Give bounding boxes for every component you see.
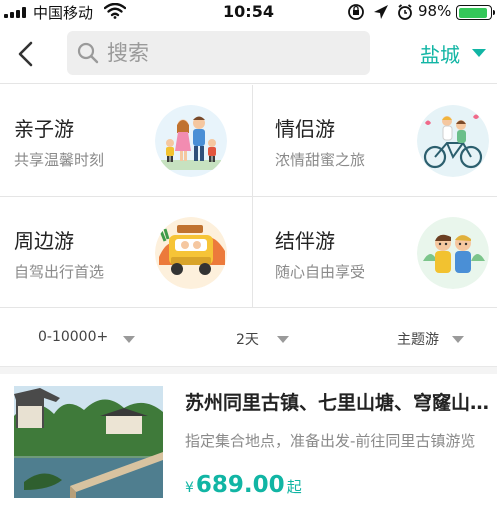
product-thumbnail[interactable] [14, 386, 163, 498]
section-gap [0, 366, 497, 374]
category-group-trip[interactable]: 结伴游 随心自由享受 [253, 197, 497, 308]
status-icons [348, 4, 412, 20]
price-amount: 689.00 [195, 472, 285, 498]
search-bar[interactable] [67, 31, 370, 75]
status-bar: 中国移动 10:54 98% [0, 0, 497, 24]
rotation-lock-icon [348, 4, 364, 20]
price-suffix: 起 [286, 478, 302, 496]
battery-icon [456, 5, 495, 20]
category-subtitle: 浓情甜蜜之旅 [275, 151, 366, 169]
family-illustration-icon [155, 105, 227, 177]
couple-bicycle-illustration-icon [417, 105, 489, 177]
category-subtitle: 随心自由享受 [275, 263, 366, 281]
price-filter[interactable]: 0-10000+ [38, 329, 108, 345]
category-title: 情侣游 [275, 117, 335, 141]
nav-bar: 盐城 [0, 24, 497, 84]
product-description: 指定集合地点，准备出发-前往同里古镇游览 [185, 432, 476, 450]
product-price: ¥689.00 起 [185, 472, 302, 498]
days-filter[interactable]: 2天 [236, 329, 259, 349]
friends-illustration-icon [417, 217, 489, 289]
category-subtitle: 自驾出行首选 [14, 263, 105, 281]
alarm-icon [398, 4, 412, 20]
caret-down-icon[interactable] [277, 336, 289, 343]
category-title: 结伴游 [275, 229, 335, 253]
filter-bar: 0-10000+ 2天 主题游 [0, 309, 497, 367]
category-subtitle: 共享温馨时刻 [14, 151, 105, 169]
price-currency: ¥ [185, 480, 194, 496]
theme-filter[interactable]: 主题游 [397, 329, 439, 349]
caret-down-icon[interactable] [472, 49, 486, 57]
category-title: 亲子游 [14, 117, 74, 141]
search-input[interactable] [107, 37, 357, 69]
category-title: 周边游 [14, 229, 74, 253]
car-trip-illustration-icon [155, 217, 227, 289]
category-grid: 亲子游 共享温馨时刻 情侣游 浓情甜蜜之旅 周边游 自驾出行首选 结伴游 随心自… [0, 85, 497, 308]
caret-down-icon[interactable] [123, 336, 135, 343]
back-arrow-icon[interactable] [14, 40, 38, 68]
category-couple-trip[interactable]: 情侣游 浓情甜蜜之旅 [253, 85, 497, 196]
product-list-item[interactable]: 苏州同里古镇、七里山塘、穹窿山、平江路纯玩二日游 指定集合地点，准备出发-前往同… [0, 374, 497, 517]
battery-percentage: 98% [418, 2, 452, 20]
city-selector[interactable]: 盐城 [420, 39, 460, 68]
location-arrow-icon [374, 5, 388, 19]
product-title[interactable]: 苏州同里古镇、七里山塘、穹窿山、平江路纯玩二日游 [185, 388, 497, 415]
search-icon [77, 42, 99, 64]
caret-down-icon[interactable] [452, 336, 464, 343]
category-family-trip[interactable]: 亲子游 共享温馨时刻 [0, 85, 248, 196]
category-nearby-trip[interactable]: 周边游 自驾出行首选 [0, 197, 248, 308]
